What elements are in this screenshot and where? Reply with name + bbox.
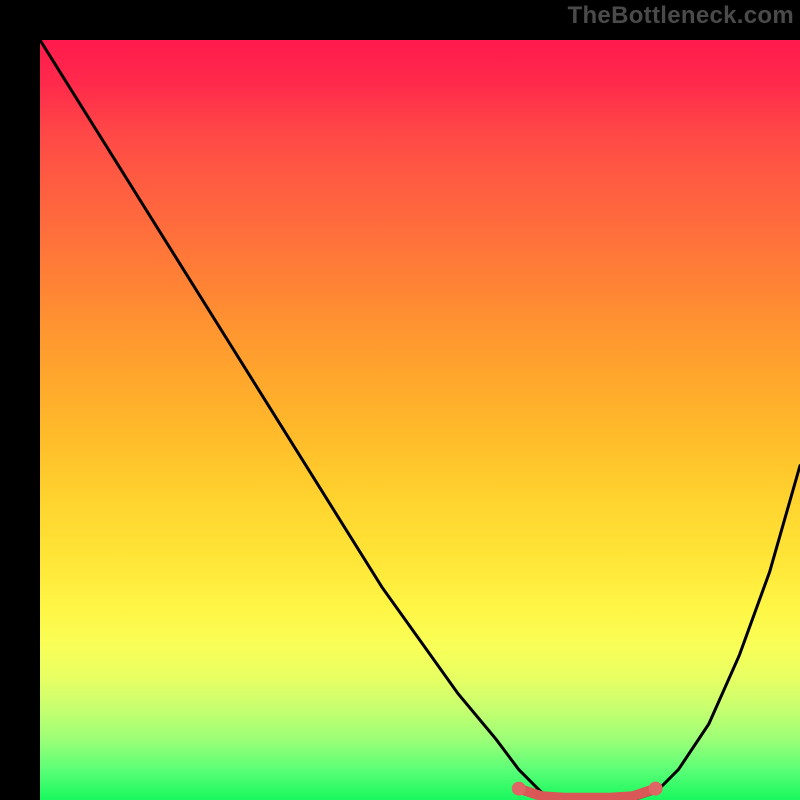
chart-frame [20,20,780,780]
watermark-text: TheBottleneck.com [568,2,794,30]
optimal-range-endpoint [649,782,663,796]
optimal-range-endpoint [512,782,526,796]
bottleneck-curve-svg [40,40,800,800]
plot-area [40,40,800,800]
bottleneck-curve-path [40,40,800,800]
